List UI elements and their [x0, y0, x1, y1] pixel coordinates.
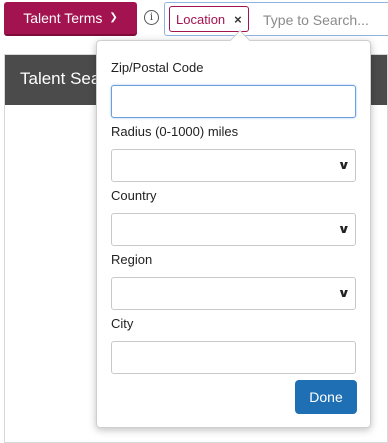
radius-label: Radius (0-1000) miles: [111, 124, 239, 139]
location-tag-label: Location: [176, 11, 226, 27]
city-field[interactable]: [111, 341, 356, 374]
location-popover: Zip/Postal Code Radius (0-1000) miles ∨ …: [96, 30, 371, 428]
done-button[interactable]: Done: [295, 380, 357, 414]
region-label: Region: [111, 252, 153, 267]
country-select[interactable]: ∨: [111, 213, 356, 246]
location-tag[interactable]: Location ×: [169, 6, 249, 32]
chevron-down-icon: ∨: [337, 158, 351, 172]
talent-terms-label: Talent Terms: [23, 10, 103, 26]
chevron-down-icon: ∨: [337, 222, 351, 236]
search-box[interactable]: Location ×: [164, 2, 388, 36]
page: Talent Terms ❯ i Location × Talent Sea Z…: [0, 0, 388, 443]
zip-label: Zip/Postal Code: [111, 60, 204, 75]
country-label: Country: [111, 188, 157, 203]
radius-select[interactable]: ∨: [111, 149, 356, 182]
chevron-down-icon: ❯: [109, 12, 118, 23]
talent-terms-button[interactable]: Talent Terms ❯: [4, 2, 137, 36]
city-label: City: [111, 316, 134, 331]
info-icon[interactable]: i: [144, 10, 159, 25]
search-input[interactable]: [261, 7, 388, 33]
chevron-down-icon: ∨: [337, 286, 351, 300]
close-icon[interactable]: ×: [234, 12, 242, 27]
zip-field[interactable]: [111, 85, 356, 118]
region-select[interactable]: ∨: [111, 277, 356, 310]
info-icon-glyph: i: [149, 12, 154, 23]
